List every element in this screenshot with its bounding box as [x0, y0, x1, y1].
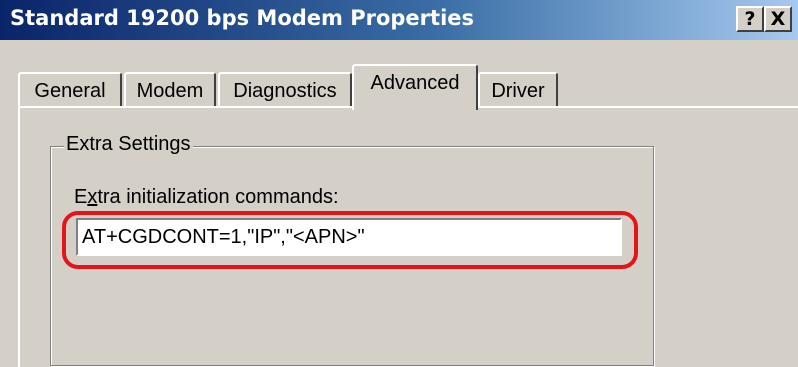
tab-driver[interactable]: Driver	[478, 72, 558, 108]
tab-general[interactable]: General	[18, 72, 122, 108]
label-accelerator: x	[87, 186, 98, 208]
window-title: Standard 19200 bps Modem Properties	[10, 6, 475, 30]
close-button[interactable]: X	[764, 6, 792, 32]
help-button[interactable]: ?	[736, 6, 764, 32]
tab-advanced[interactable]: Advanced	[352, 64, 478, 110]
extra-settings-group	[50, 146, 654, 366]
extra-init-commands-input[interactable]	[76, 218, 622, 256]
tab-modem[interactable]: Modem	[124, 72, 216, 108]
tab-diagnostics[interactable]: Diagnostics	[218, 72, 352, 108]
modem-properties-dialog: Standard 19200 bps Modem Properties ? X …	[0, 0, 798, 367]
label-rest: tra initialization commands:	[97, 186, 339, 208]
extra-settings-label: Extra Settings	[64, 133, 193, 156]
title-bar[interactable]: Standard 19200 bps Modem Properties ? X	[0, 0, 798, 40]
extra-init-commands-label: Extra initialization commands:	[74, 186, 339, 209]
label-prefix: E	[74, 186, 88, 208]
